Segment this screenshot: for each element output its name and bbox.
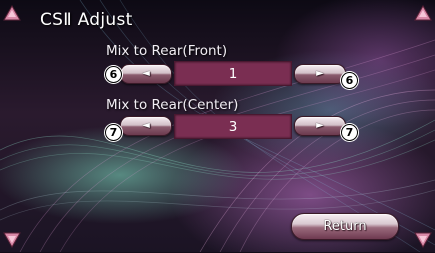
center-value-display: 3 <box>174 114 292 139</box>
scroll-down-left-icon[interactable] <box>2 229 22 249</box>
front-increase-button[interactable]: ► <box>294 64 346 84</box>
front-left-callout-badge: 6 <box>106 67 121 82</box>
center-increase-button[interactable]: ► <box>294 116 346 136</box>
center-mix-label: Mix to Rear(Center) <box>106 97 239 113</box>
center-right-callout-badge: 7 <box>342 125 357 140</box>
page-title: CSⅡ Adjust <box>40 10 133 30</box>
center-left-callout-badge: 7 <box>106 125 121 140</box>
return-button[interactable]: Return <box>291 213 399 240</box>
front-right-callout-badge: 6 <box>342 73 357 88</box>
right-arrow-icon: ► <box>316 120 324 131</box>
left-arrow-icon: ◄ <box>142 120 150 131</box>
right-arrow-icon: ► <box>316 68 324 79</box>
center-decrease-button[interactable]: ◄ <box>120 116 172 136</box>
scroll-up-right-icon[interactable] <box>413 4 433 24</box>
front-value-display: 1 <box>174 61 292 86</box>
scroll-down-right-icon[interactable] <box>413 229 433 249</box>
front-decrease-button[interactable]: ◄ <box>120 64 172 84</box>
left-arrow-icon: ◄ <box>142 68 150 79</box>
front-mix-label: Mix to Rear(Front) <box>106 43 228 59</box>
scroll-up-left-icon[interactable] <box>2 4 22 24</box>
